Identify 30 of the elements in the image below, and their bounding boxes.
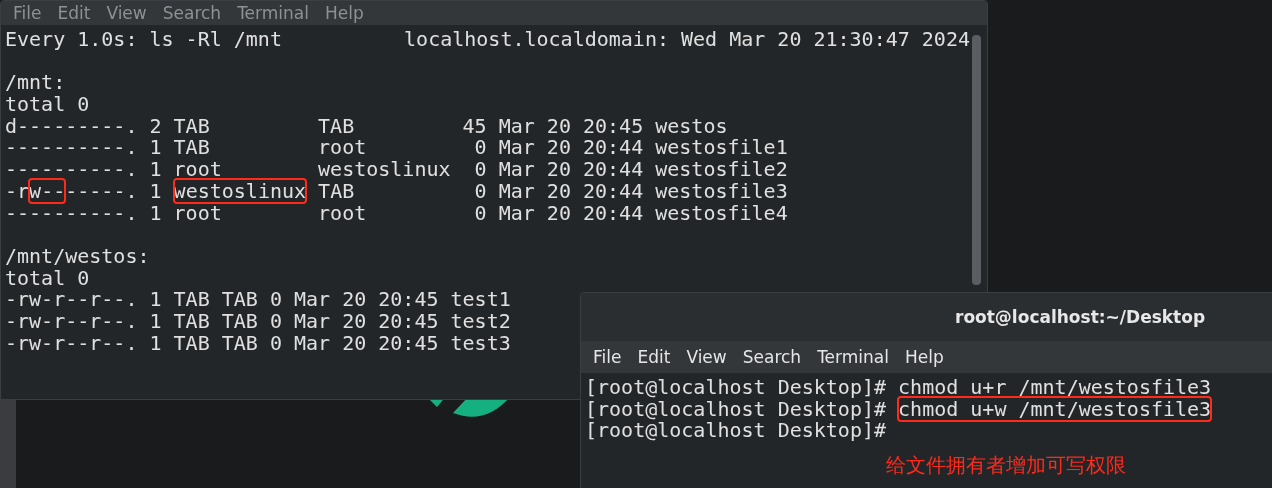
terminal-line: [root@localhost Desktop]# (585, 420, 888, 443)
menu-item[interactable]: Search (154, 3, 230, 23)
annotation-text: 给文件拥有者增加可写权限 (886, 452, 1126, 479)
terminal-line: /mnt: (5, 72, 67, 95)
menu-item[interactable]: Help (896, 347, 952, 367)
scrollbar[interactable] (972, 35, 981, 285)
terminal-line: -rw-r--r--. 1 TAB TAB 0 Mar 20 20:45 test3 (5, 332, 512, 355)
terminal-line: [root@localhost Desktop]# chmod u+r /mnt/westosfile3 (585, 377, 1213, 399)
terminal-line: -rw-r--r--. 1 TAB TAB 0 Mar 20 20:45 test1 (5, 289, 512, 311)
menu-item[interactable]: Edit (629, 347, 679, 367)
watch-command: Every 1.0s: ls -Rl /mnt (5, 29, 282, 51)
terminal-line: ----------. 1 TAB root 0 Mar 20 20:44 westosfile1 (5, 137, 789, 160)
menu-item[interactable]: Help (316, 3, 372, 23)
terminal-line: [root@localhost Desktop]# chmod u+w /mnt/westosfile3 (585, 398, 1213, 421)
terminal-line: ----------. 1 root root 0 Mar 20 20:44 westosfile4 (5, 202, 789, 225)
menu-item[interactable]: View (98, 3, 155, 23)
window-title: root@localhost:~/Desktop (955, 307, 1206, 327)
menu-item[interactable]: Terminal (229, 3, 317, 23)
terminal-line: d---------. 2 TAB TAB 45 Mar 20 20:45 westos (5, 115, 729, 138)
terminal-line: /mnt/westos: (5, 245, 151, 268)
terminal-line: total 0 (5, 267, 91, 290)
menu-item[interactable]: Terminal (809, 347, 897, 367)
menu-item[interactable]: View (678, 347, 735, 367)
terminal-line: total 0 (5, 94, 91, 116)
menu-item[interactable]: File (585, 347, 630, 367)
terminal-line: ----------. 1 root westoslinux 0 Mar 20 20:44 westosfile2 (5, 159, 789, 181)
host-time: localhost.localdomain: Wed Mar 20 21:30:47 2024 (404, 29, 970, 51)
menu-item[interactable]: Search (734, 347, 810, 367)
menu-item[interactable]: Edit (49, 3, 99, 23)
menu-item[interactable]: File (5, 3, 50, 23)
